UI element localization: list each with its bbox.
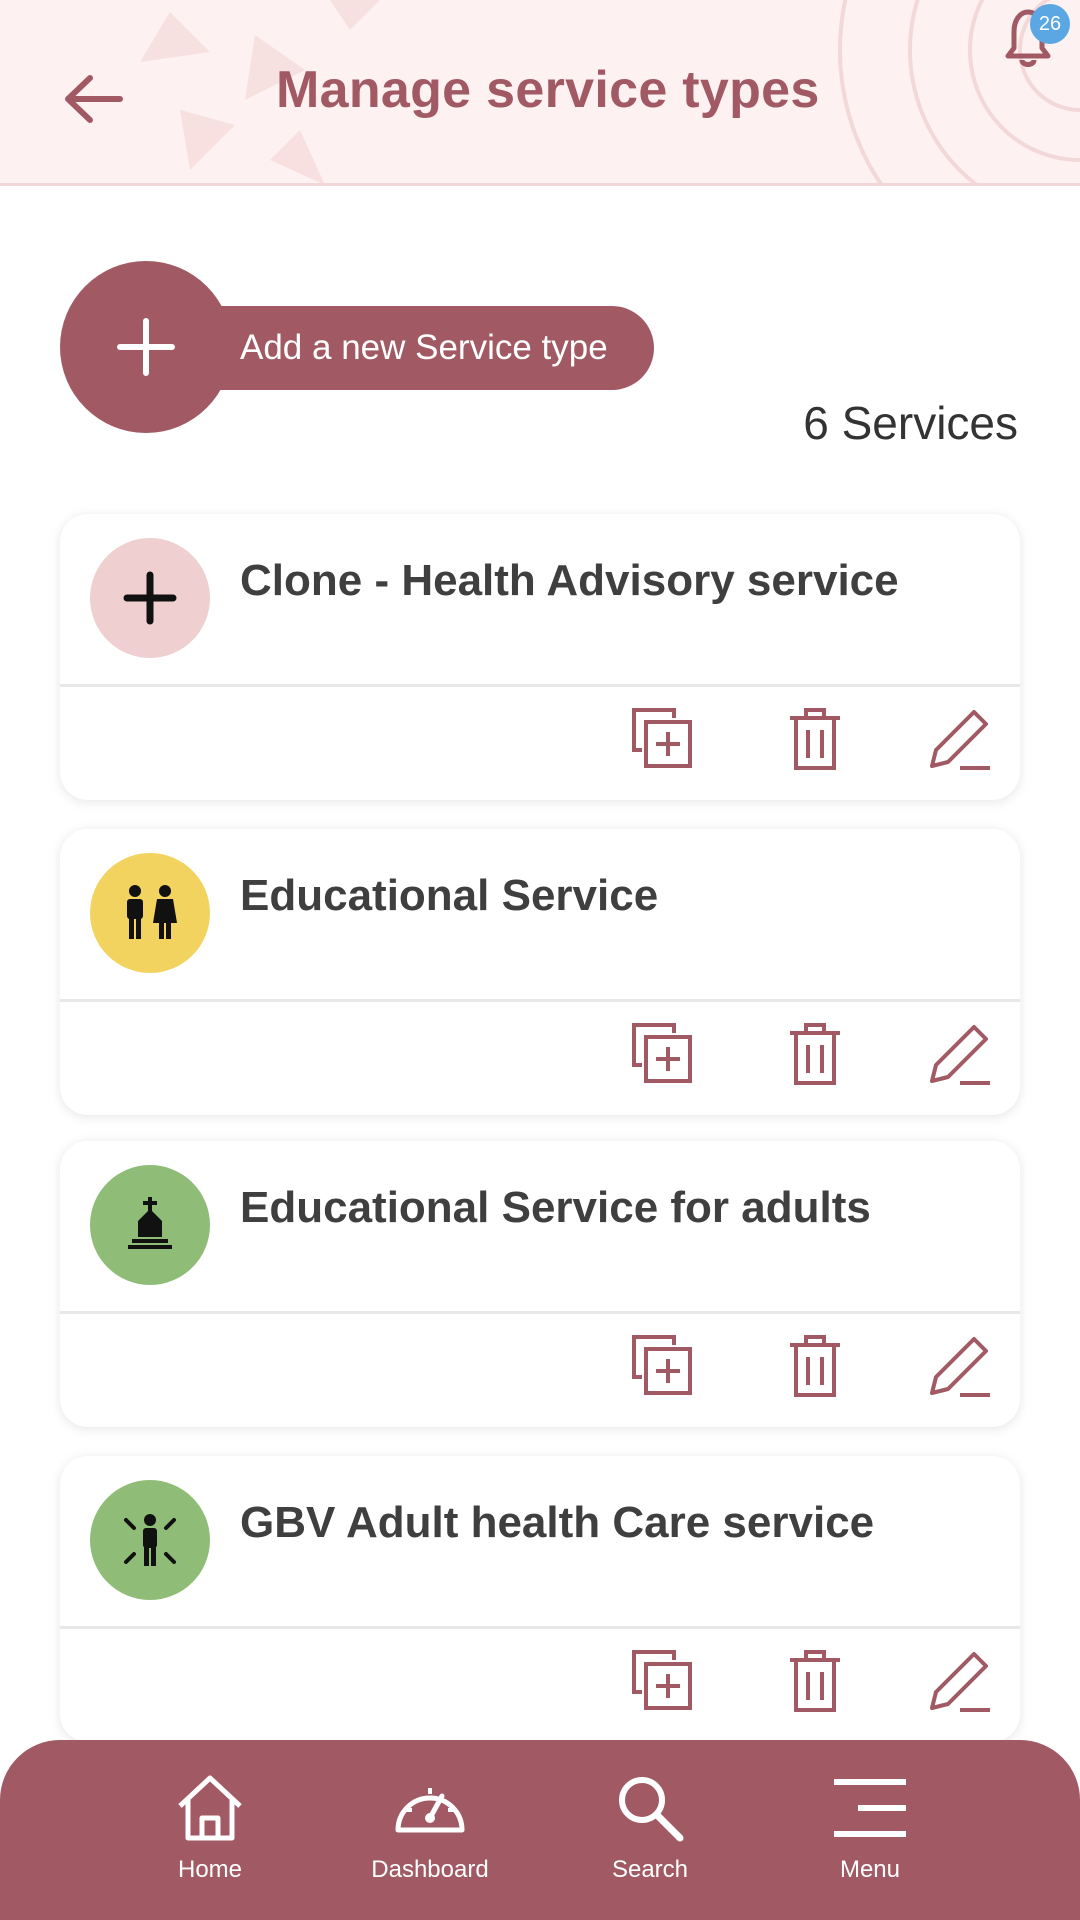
plus-icon — [117, 318, 175, 376]
bottom-navigation: Home Dashboard Search Menu — [0, 1740, 1080, 1920]
add-service-type-label: Add a new Service type — [240, 328, 608, 367]
edit-button[interactable] — [926, 706, 992, 772]
service-card: Educational Service — [60, 829, 1020, 1115]
service-card: Clone - Health Advisory service — [60, 514, 1020, 800]
duplicate-icon — [632, 708, 692, 768]
trash-icon — [790, 708, 840, 770]
delete-button[interactable] — [782, 706, 848, 772]
card-divider — [60, 1626, 1020, 1629]
duplicate-button[interactable] — [630, 1648, 696, 1714]
add-service-type-circle[interactable] — [60, 261, 232, 433]
card-divider — [60, 1311, 1020, 1314]
duplicate-icon — [632, 1650, 692, 1710]
trash-icon — [790, 1335, 840, 1397]
nav-search-label: Search — [611, 1856, 689, 1883]
trash-icon — [790, 1650, 840, 1712]
plus-icon — [123, 571, 177, 625]
trash-icon — [790, 1023, 840, 1085]
duplicate-button[interactable] — [630, 706, 696, 772]
service-card: Educational Service for adults — [60, 1141, 1020, 1427]
person-alert-icon — [124, 1514, 176, 1566]
nav-dashboard-label: Dashboard — [371, 1856, 489, 1883]
nav-home-label: Home — [177, 1856, 243, 1883]
service-avatar — [90, 538, 210, 658]
service-name: Educational Service for adults — [240, 1183, 871, 1232]
page-title: Manage service types — [276, 61, 820, 119]
nav-search[interactable]: Search — [550, 1770, 750, 1910]
menu-icon — [834, 1779, 906, 1837]
delete-button[interactable] — [782, 1333, 848, 1399]
search-icon — [619, 1777, 684, 1842]
duplicate-icon — [632, 1023, 692, 1083]
service-name: Clone - Health Advisory service — [240, 556, 899, 605]
service-avatar — [90, 853, 210, 973]
service-count: 6 Services — [803, 397, 1018, 449]
pencil-icon — [930, 1652, 990, 1712]
duplicate-button[interactable] — [630, 1021, 696, 1087]
dashboard-icon — [395, 1788, 465, 1833]
edit-button[interactable] — [926, 1333, 992, 1399]
duplicate-button[interactable] — [630, 1333, 696, 1399]
pencil-icon — [930, 1025, 990, 1085]
notification-badge: 26 — [1030, 4, 1070, 44]
nav-menu-label: Menu — [839, 1856, 901, 1883]
service-card: GBV Adult health Care service — [60, 1456, 1020, 1742]
nav-menu[interactable]: Menu — [770, 1770, 970, 1910]
edit-button[interactable] — [926, 1648, 992, 1714]
duplicate-icon — [632, 1335, 692, 1395]
nav-home[interactable]: Home — [110, 1770, 310, 1910]
app-header: Manage service types 26 — [0, 0, 1080, 186]
pencil-icon — [930, 1337, 990, 1397]
service-avatar — [90, 1165, 210, 1285]
church-icon — [128, 1197, 172, 1249]
delete-button[interactable] — [782, 1648, 848, 1714]
arrow-left-icon — [65, 75, 123, 123]
pencil-icon — [930, 710, 990, 770]
service-avatar — [90, 1480, 210, 1600]
service-name: Educational Service — [240, 871, 659, 920]
card-divider — [60, 999, 1020, 1002]
home-icon — [178, 1775, 242, 1841]
edit-button[interactable] — [926, 1021, 992, 1087]
back-button[interactable] — [58, 64, 128, 134]
delete-button[interactable] — [782, 1021, 848, 1087]
man-woman-icon — [127, 885, 177, 939]
nav-dashboard[interactable]: Dashboard — [330, 1770, 530, 1910]
service-name: GBV Adult health Care service — [240, 1498, 875, 1547]
card-divider — [60, 684, 1020, 687]
